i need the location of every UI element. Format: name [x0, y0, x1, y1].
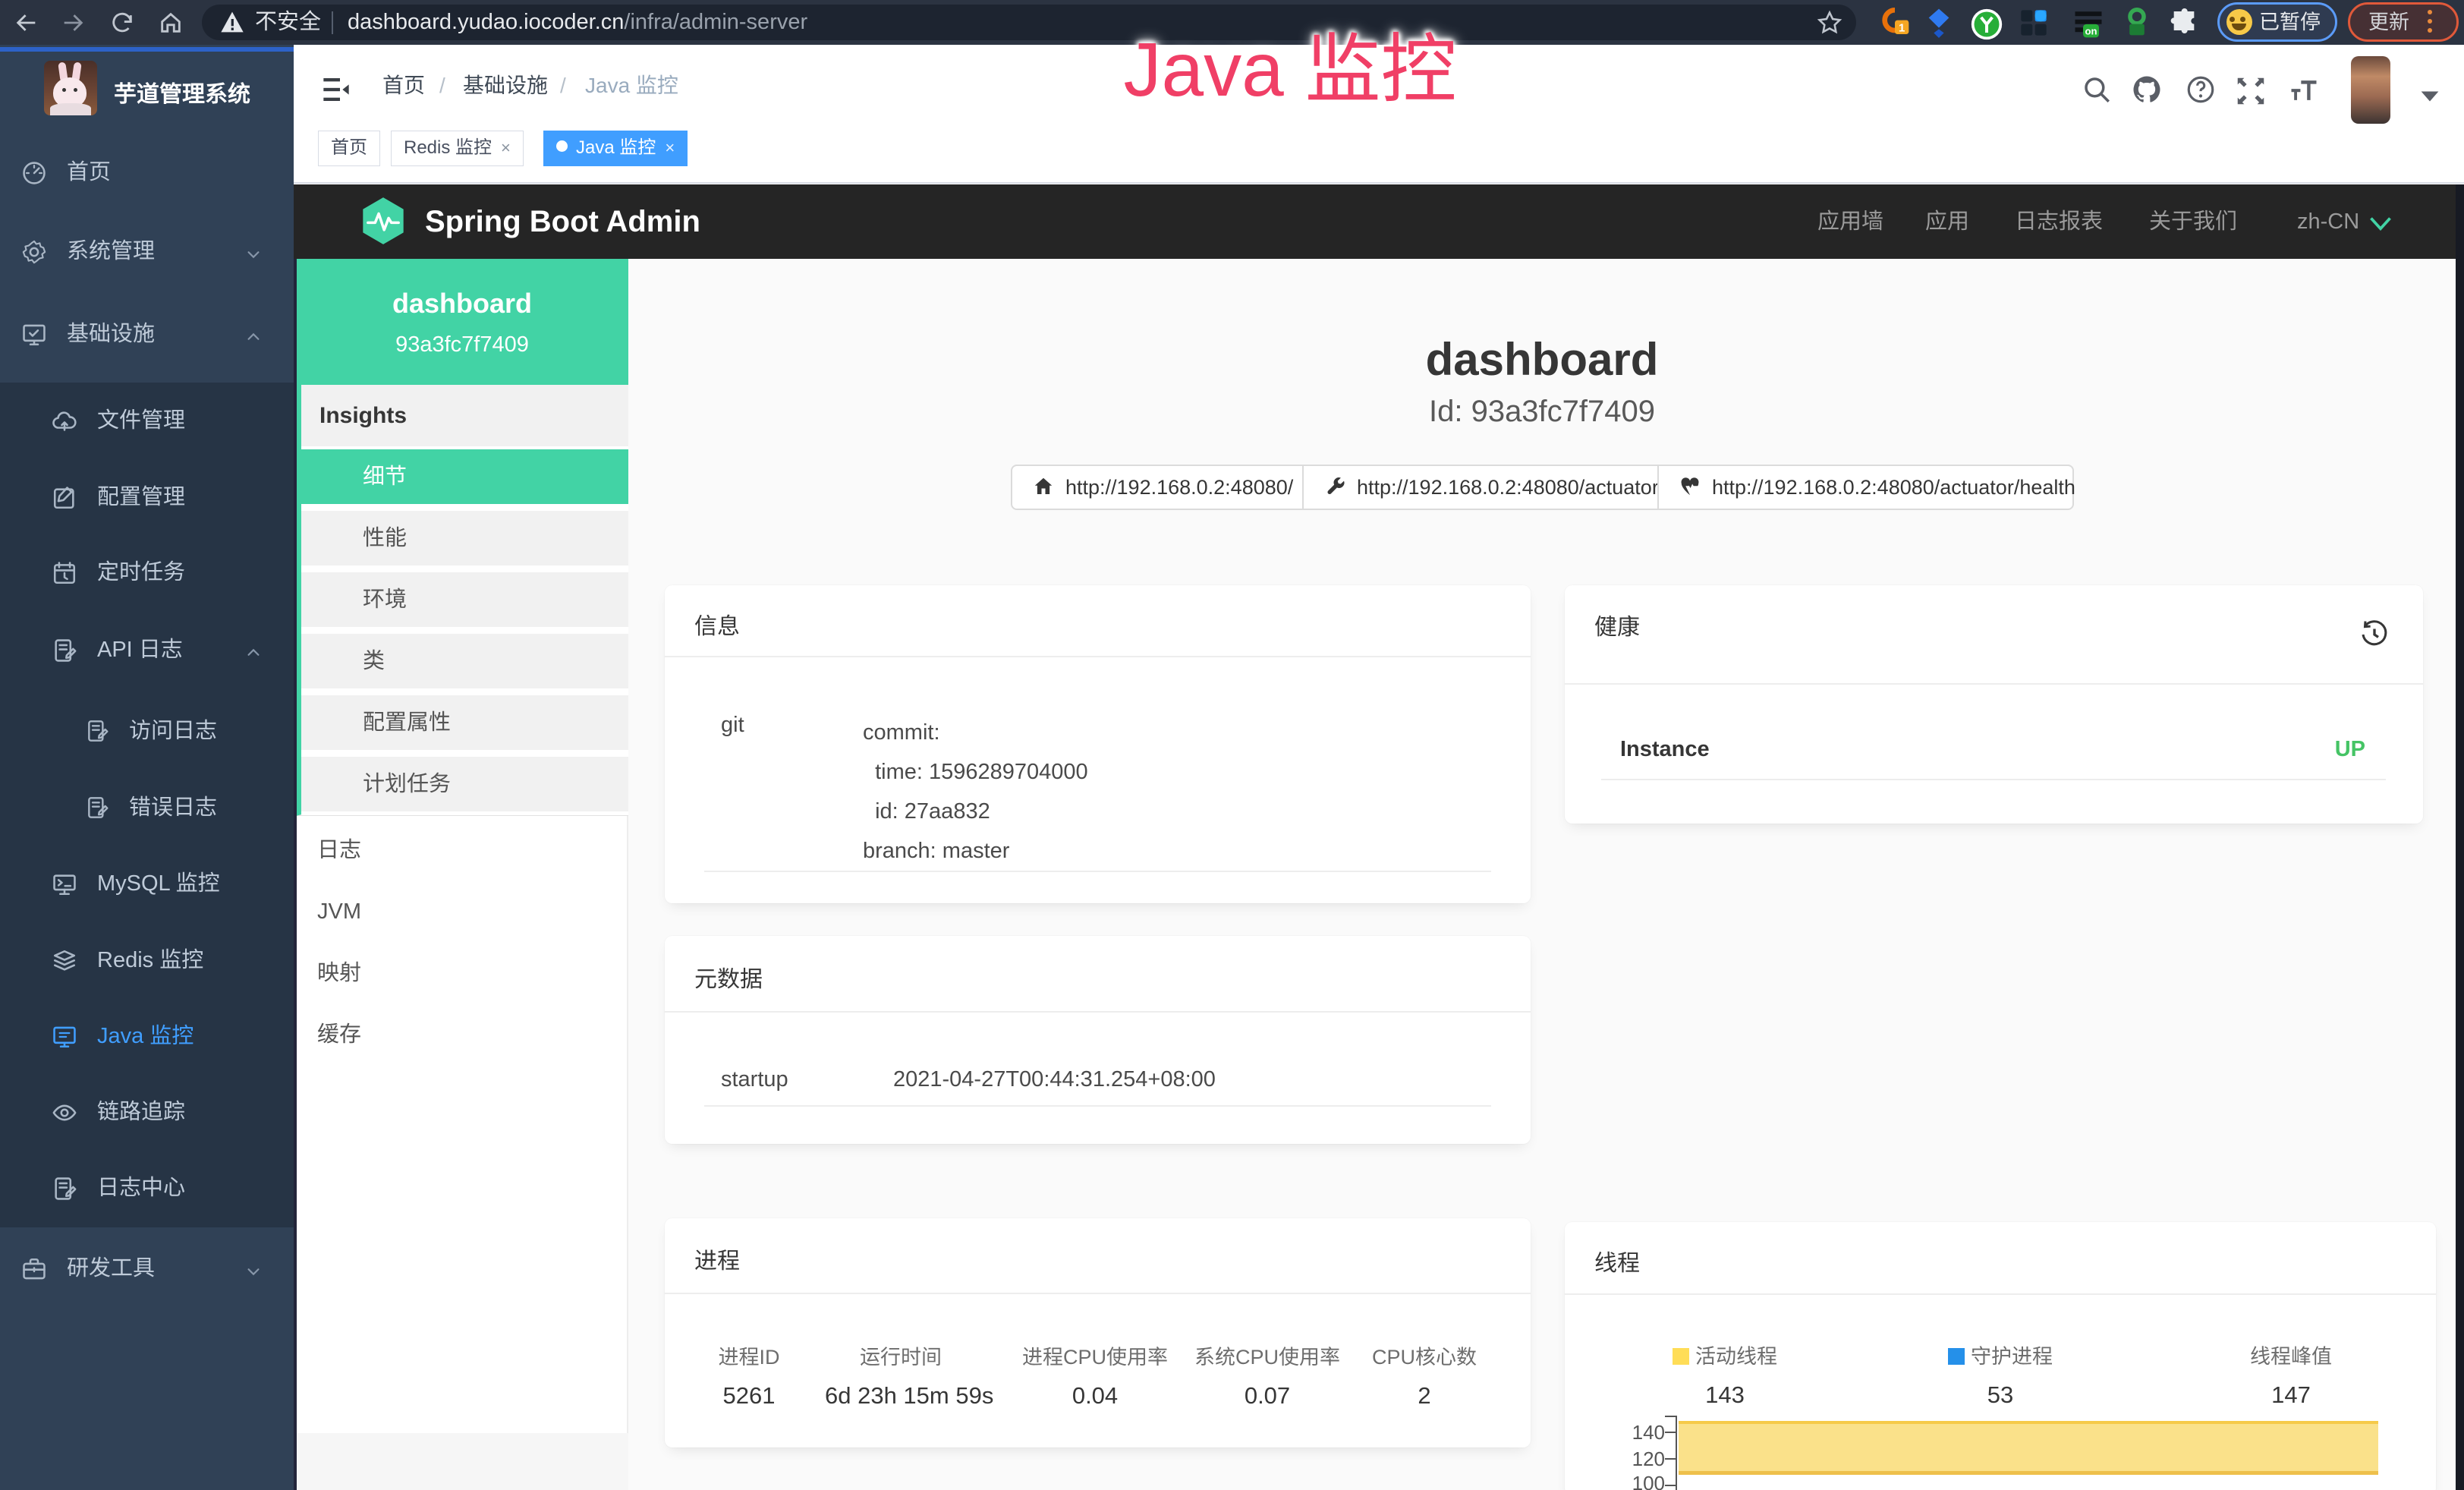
svg-text:on: on [2085, 26, 2097, 37]
svg-text:1: 1 [1899, 22, 1905, 35]
